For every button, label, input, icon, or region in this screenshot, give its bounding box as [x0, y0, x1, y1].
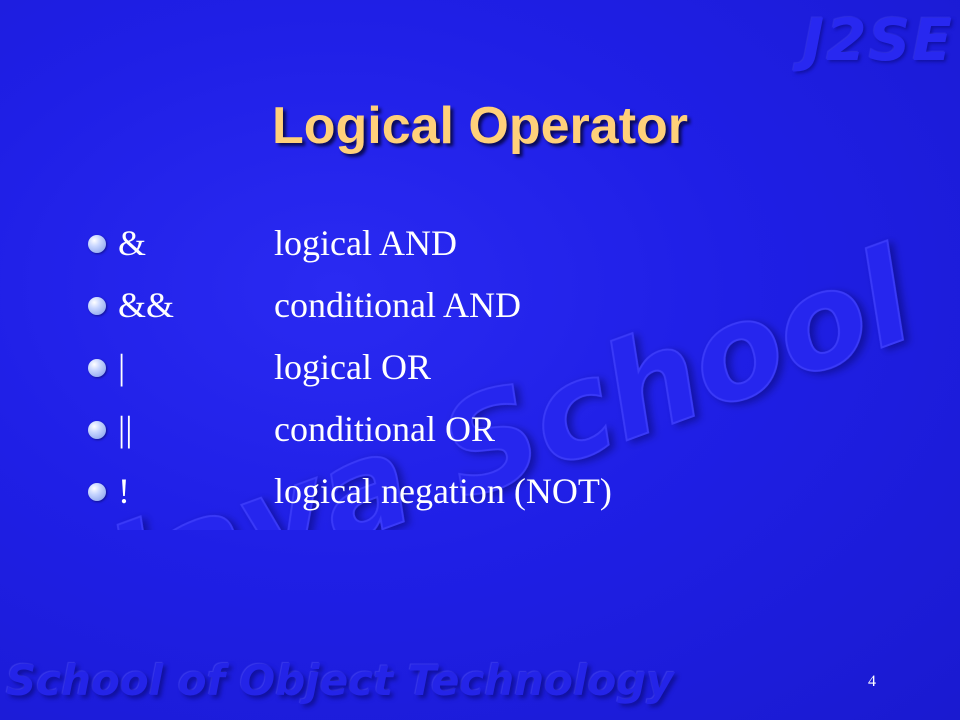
slide-title: Logical Operator: [271, 97, 689, 155]
watermark-corner-logo: J2SE: [802, 6, 954, 74]
list-item: && conditional AND: [84, 280, 904, 342]
operator-description: logical OR: [274, 347, 431, 387]
bullet-icon: [88, 235, 106, 253]
operator-description: conditional OR: [274, 409, 495, 449]
operator-description: conditional AND: [274, 285, 521, 325]
operator-symbol: ||: [118, 409, 133, 449]
bullet-icon: [88, 421, 106, 439]
operator-symbol: &&: [118, 285, 175, 325]
list-item: & logical AND: [84, 218, 904, 280]
operator-list: & logical AND && conditional AND | logic…: [84, 218, 904, 528]
list-item: ! logical negation (NOT): [84, 466, 904, 528]
operator-symbol: &: [118, 223, 147, 263]
bullet-icon: [88, 483, 106, 501]
list-item: | logical OR: [84, 342, 904, 404]
watermark-bottom-logo: School of Object Technology: [6, 656, 674, 705]
operator-description: logical AND: [274, 223, 457, 263]
page-number: 4: [868, 673, 876, 690]
slide: J2SE Java School School of Object Techno…: [0, 0, 960, 720]
list-item: || conditional OR: [84, 404, 904, 466]
operator-symbol: !: [118, 471, 130, 511]
operator-symbol: |: [118, 347, 126, 387]
bullet-icon: [88, 359, 106, 377]
bullet-icon: [88, 297, 106, 315]
operator-description: logical negation (NOT): [274, 471, 612, 511]
